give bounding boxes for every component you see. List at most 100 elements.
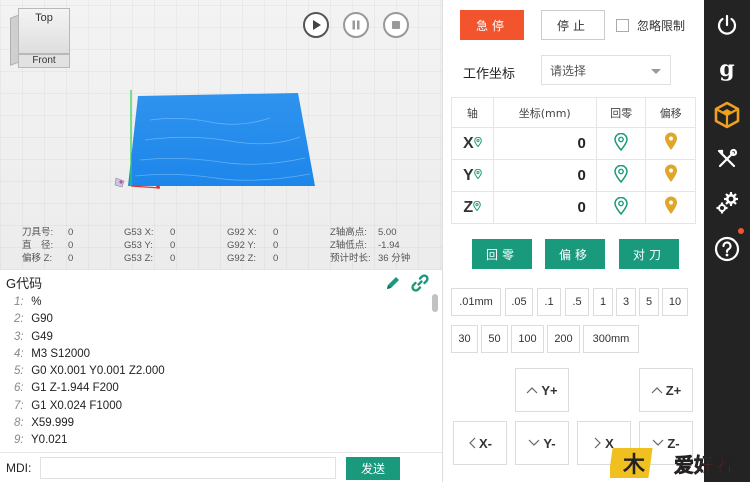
work-coord-placeholder: 请选择 (550, 63, 587, 78)
play-button[interactable] (303, 12, 329, 38)
gears-icon (716, 192, 738, 214)
step-3[interactable]: 3 (616, 288, 636, 316)
home-button[interactable]: 回零 (472, 239, 532, 269)
3d-viewport[interactable]: Top Front 刀具号: 0 直 径: 0 偏移 Z: 0 G53 X: 0… (0, 0, 442, 270)
home-x-button[interactable] (595, 127, 647, 160)
sidebar-item-3d-model[interactable] (704, 92, 750, 138)
stop-icon (392, 21, 400, 29)
gcode-scrollbar[interactable] (432, 294, 438, 450)
sidebar-item-power[interactable] (704, 2, 750, 48)
chevron-down-icon (528, 439, 540, 446)
status-key: 偏移 Z: (22, 253, 53, 264)
svg-text:木: 木 (622, 453, 646, 478)
gcode-line: 5: G0 X0.001 Y0.001 Z2.000 (0, 363, 430, 380)
axis-coord-table: 轴 坐标(mm) 回零 偏移 X 0 Y 0 Z 0 (451, 97, 696, 224)
wrench-screwdriver-icon (717, 148, 738, 168)
axis-name-cell: X (451, 127, 494, 160)
header-axis: 轴 (451, 97, 494, 128)
offset-x-button[interactable] (645, 127, 696, 160)
step-5[interactable]: 5 (639, 288, 659, 316)
header-home: 回零 (595, 97, 647, 128)
status-key: Z轴高点: (330, 227, 367, 238)
jog-z-plus-button[interactable]: Z+ (639, 368, 693, 412)
step-30[interactable]: 30 (451, 325, 478, 353)
view-cube-front[interactable]: Front (18, 54, 70, 68)
gcode-line: 8: X59.999 (0, 415, 430, 432)
status-value: 5.00 (378, 227, 397, 238)
step-001[interactable]: .01mm (451, 288, 501, 316)
gcode-line: 4: M3 S12000 (0, 346, 430, 363)
line-number: 9: (14, 434, 24, 447)
step-10[interactable]: 10 (662, 288, 688, 316)
step-300mm[interactable]: 300mm (583, 325, 639, 353)
status-col-z: Z轴高点: 5.00 Z轴低点: -1.94 预计时长: 36 分钟 (330, 226, 410, 265)
stop-run-button[interactable] (383, 12, 409, 38)
svg-text:g: g (719, 57, 734, 81)
pencil-icon[interactable] (384, 274, 402, 292)
step-05[interactable]: .5 (565, 288, 589, 316)
probe-button[interactable]: 对刀 (619, 239, 679, 269)
location-pin-icon (614, 132, 628, 152)
stop-button[interactable]: 停止 (541, 10, 605, 40)
axis-name: Y (462, 166, 474, 184)
status-value: 0 (68, 227, 74, 238)
axis-name: X (462, 134, 474, 152)
gcode-scrollbar-thumb[interactable] (432, 294, 438, 312)
sidebar-item-tools[interactable] (704, 136, 750, 182)
location-pin-icon (473, 136, 482, 147)
step-200[interactable]: 200 (547, 325, 580, 353)
status-key: G53 Y: (124, 240, 153, 251)
ignore-limits-toggle[interactable]: 忽略限制 (616, 17, 685, 34)
mdi-send-button[interactable]: 发送 (346, 457, 400, 480)
step-1[interactable]: 1 (593, 288, 613, 316)
link-icon[interactable] (410, 273, 430, 293)
status-value: 0 (170, 253, 176, 264)
ignore-limits-checkbox[interactable] (616, 19, 629, 32)
home-z-button[interactable] (595, 191, 647, 224)
view-cube-top[interactable]: Top (18, 8, 70, 54)
status-col-g92: G92 X: 0 G92 Y: 0 G92 Z: 0 (227, 226, 278, 265)
step-005[interactable]: .05 (505, 288, 533, 316)
chevron-up-icon (526, 387, 538, 394)
app-sidebar: g (704, 0, 750, 482)
status-key: Z轴低点: (330, 240, 367, 251)
gcode-title: G代码 (6, 275, 43, 291)
jog-label: Z+ (665, 382, 682, 398)
machine-status: 刀具号: 0 直 径: 0 偏移 Z: 0 G53 X: 0 G53 Y: 0 G53 Z… (0, 224, 442, 270)
mdi-input[interactable] (40, 456, 336, 479)
jog-y-minus-button[interactable]: Y- (515, 421, 569, 465)
offset-z-button[interactable] (645, 191, 696, 224)
pause-button[interactable] (343, 12, 369, 38)
step-01[interactable]: .1 (537, 288, 561, 316)
axis-value: 0 (492, 127, 597, 160)
line-number: 7: (14, 399, 24, 412)
line-code: G49 (31, 330, 53, 343)
emergency-stop-button[interactable]: 急停 (460, 10, 524, 40)
offset-button[interactable]: 偏移 (545, 239, 605, 269)
axis-value: 0 (492, 159, 597, 192)
line-code: M3 S12000 (31, 347, 91, 360)
view-cube[interactable]: Top Front (8, 8, 72, 70)
axis-name-cell: Z (451, 191, 494, 224)
control-panel: 急停 停止 忽略限制 工作坐标 请选择 轴 坐标(mm) 回零 偏移 X 0 Y… (442, 0, 704, 482)
jog-x-minus-button[interactable]: X- (453, 421, 507, 465)
line-code: X59.999 (31, 417, 75, 430)
step-50[interactable]: 50 (481, 325, 508, 353)
home-y-button[interactable] (595, 159, 647, 192)
axis-name: Z (463, 198, 474, 216)
work-coord-select[interactable]: 请选择 (541, 55, 671, 85)
status-key: 直 径: (22, 240, 54, 251)
watermark-text: 爱好者 (674, 453, 734, 477)
sidebar-item-gcode[interactable]: g (704, 46, 750, 92)
chevron-right-icon (594, 437, 602, 449)
gcode-header: G代码 (0, 270, 442, 294)
offset-y-button[interactable] (645, 159, 696, 192)
line-code: % (31, 296, 42, 308)
gcode-editor[interactable]: 1: % 2: G90 3: G49 4: M3 S12000 5: G0 X0… (0, 294, 430, 450)
jog-y-plus-button[interactable]: Y+ (515, 368, 569, 412)
gcode-line: 3: G49 (0, 329, 430, 346)
sidebar-item-settings[interactable] (704, 180, 750, 226)
step-100[interactable]: 100 (511, 325, 544, 353)
status-value: 0 (273, 240, 279, 251)
jog-label: X- (479, 435, 492, 451)
